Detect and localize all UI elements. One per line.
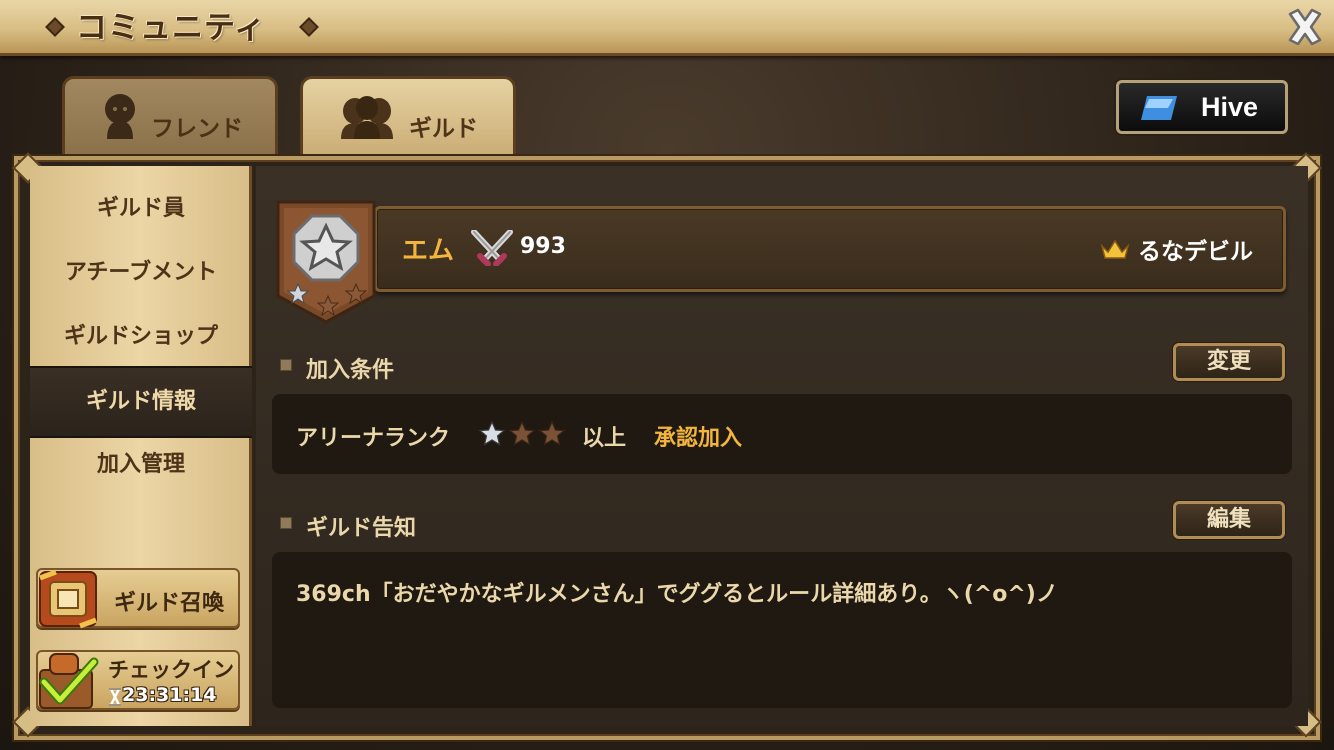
crossed-swords-icon xyxy=(471,230,513,266)
tab-guild[interactable]: ギルド xyxy=(300,76,516,160)
silver-star-emblem-icon xyxy=(276,200,376,324)
group-silhouette-icon xyxy=(341,96,393,139)
checkin-label: チェックイン xyxy=(108,658,234,682)
sidebar-item-guild-shop[interactable]: ギルドショップ xyxy=(30,304,252,370)
arena-rank-label: アリーナランク xyxy=(296,426,451,451)
tab-friend[interactable]: フレンド xyxy=(62,76,278,160)
guild-name: エム xyxy=(402,236,455,266)
guild-master-name: るなデビル xyxy=(1138,239,1253,265)
sidebar-item-join-management[interactable]: 加入管理 xyxy=(30,432,252,498)
crown-icon xyxy=(1100,239,1130,259)
diamond-ornament-icon xyxy=(45,17,65,37)
arena-rank-stars-icon xyxy=(478,420,566,446)
sidebar: ギルド員 アチーブメント ギルドショップ ギルド情報 加入管理 ギルド召喚 チェ… xyxy=(30,166,252,726)
diamond-ornament-icon xyxy=(299,17,319,37)
guild-points: 993 xyxy=(520,234,566,259)
guild-notice-title: ギルド告知 xyxy=(306,516,417,541)
edit-button[interactable]: 編集 xyxy=(1173,501,1285,539)
checkmark-chest-icon xyxy=(39,653,99,709)
join-conditions-title: 加入条件 xyxy=(306,358,395,383)
sidebar-item-members[interactable]: ギルド員 xyxy=(30,176,252,242)
hive-label: Hive xyxy=(1201,92,1259,122)
rank-qualifier: 以上 xyxy=(582,426,627,451)
join-type: 承認加入 xyxy=(654,426,743,451)
window-title: コミュニティ xyxy=(76,10,267,46)
hive-button[interactable]: Hive xyxy=(1116,80,1288,134)
tab-label: フレンド xyxy=(151,116,243,142)
sidebar-item-achievements[interactable]: アチーブメント xyxy=(30,240,252,306)
hourglass-icon xyxy=(109,688,121,706)
tab-label: ギルド xyxy=(409,116,478,142)
section-bullet-icon xyxy=(280,359,292,371)
close-button[interactable] xyxy=(1284,6,1326,48)
sidebar-item-guild-info[interactable]: ギルド情報 xyxy=(30,366,252,438)
checkin-button[interactable]: チェックイン 23:31:14 xyxy=(36,650,240,710)
close-x-icon xyxy=(1288,8,1322,46)
scroll-summon-icon xyxy=(39,569,97,629)
hive-logo-icon xyxy=(1141,96,1177,120)
change-button[interactable]: 変更 xyxy=(1173,343,1285,381)
section-bullet-icon xyxy=(280,517,292,529)
guild-summon-label: ギルド召喚 xyxy=(114,591,225,616)
checkin-timer: 23:31:14 xyxy=(122,684,217,706)
title-bar: コミュニティ xyxy=(0,0,1334,56)
person-silhouette-icon xyxy=(105,94,135,139)
guild-summon-button[interactable]: ギルド召喚 xyxy=(36,568,240,629)
guild-notice-text: 369ch「おだやかなギルメンさん」でググるとルール詳細あり。ヽ(^o^)ノ xyxy=(296,582,1058,607)
